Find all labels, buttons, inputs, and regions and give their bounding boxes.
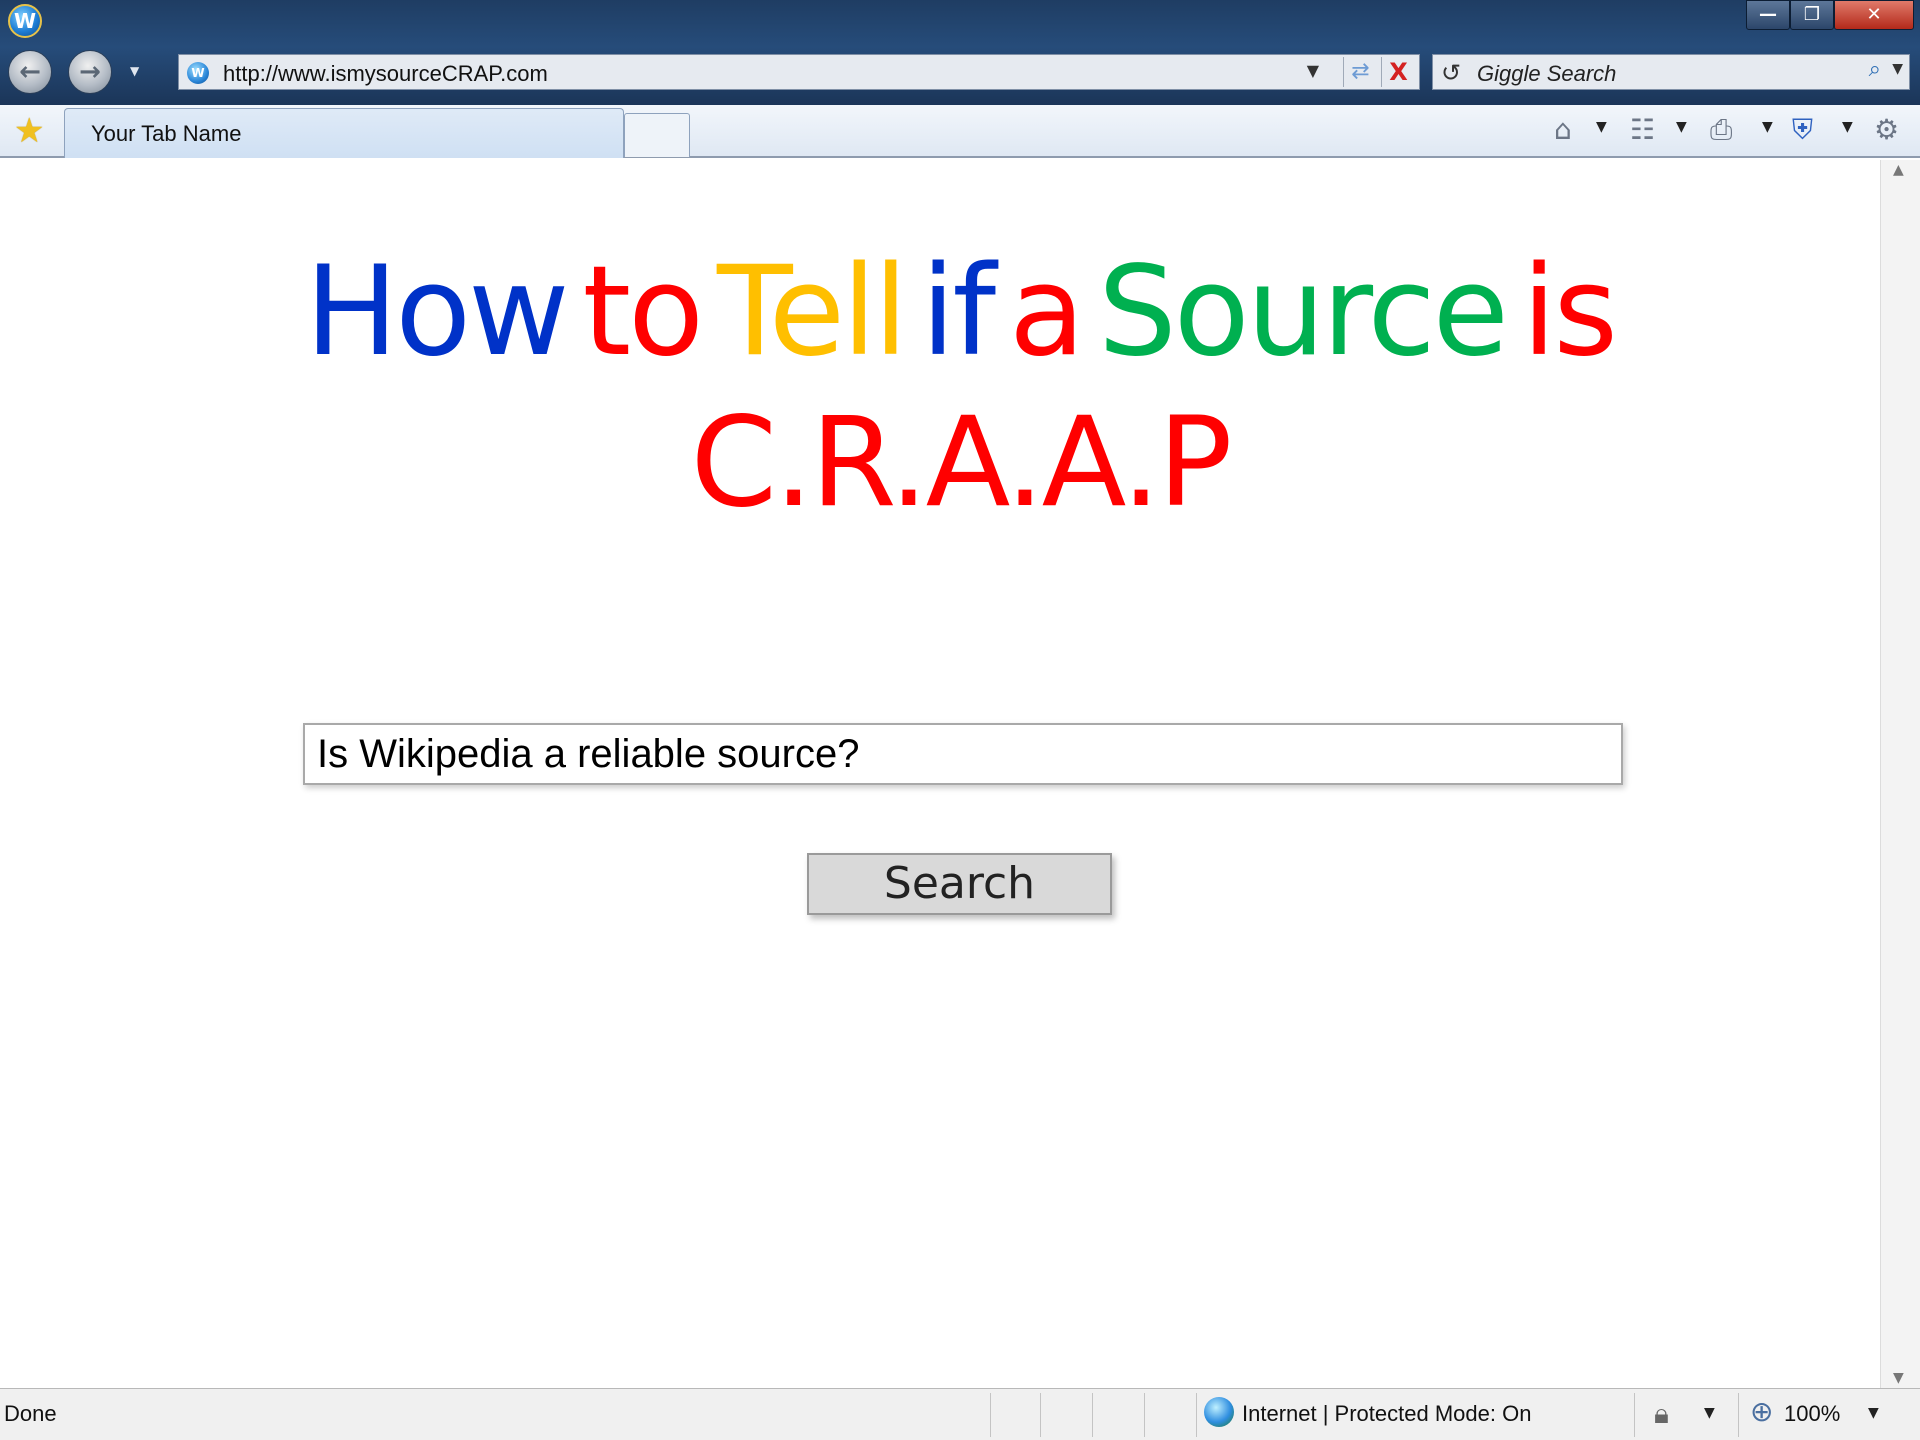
status-divider [1196, 1393, 1197, 1437]
close-button[interactable]: ✕ [1834, 0, 1914, 30]
refresh-icon[interactable]: ⇄ [1343, 57, 1377, 87]
scroll-up-icon[interactable]: ▲ [1893, 162, 1904, 178]
address-url[interactable]: http://www.ismysourceCRAP.com [223, 61, 548, 87]
scroll-down-icon[interactable]: ▼ [1893, 1370, 1904, 1386]
feeds-dropdown-icon[interactable]: ▼ [1676, 119, 1687, 135]
search-box[interactable]: ↺ Giggle Search ⌕ ▼ [1432, 54, 1910, 90]
status-divider [1738, 1393, 1739, 1437]
stop-icon[interactable]: X [1381, 57, 1415, 87]
globe-icon [1204, 1397, 1234, 1427]
headline-word: Source [1098, 240, 1509, 384]
safety-dropdown-icon[interactable]: ▼ [1842, 119, 1853, 135]
headline-word: if [920, 240, 996, 384]
headline-word: is [1521, 240, 1618, 384]
headline-word: to [582, 240, 704, 384]
status-divider [1634, 1393, 1635, 1437]
search-button[interactable]: Search [807, 853, 1112, 915]
status-divider [1040, 1393, 1041, 1437]
page-headline-acronym: C.R.A.A.P [690, 391, 1232, 535]
back-arrow-icon: ← [19, 57, 41, 87]
title-bar: W — ❐ ✕ ← → ▼ W http://www.ismysourceCRA… [0, 0, 1920, 105]
address-bar[interactable]: W http://www.ismysourceCRAP.com ▼ ⇄ X [178, 54, 1420, 90]
address-dropdown-icon[interactable]: ▼ [1307, 61, 1319, 80]
new-tab-button[interactable] [624, 113, 690, 157]
status-divider [1092, 1393, 1093, 1437]
printer-icon[interactable]: ⎙ [1710, 113, 1732, 147]
minimize-button[interactable]: — [1746, 0, 1790, 30]
security-zone-text[interactable]: Internet | Protected Mode: On [1242, 1401, 1531, 1427]
back-button[interactable]: ← [8, 50, 52, 94]
search-options-dropdown-icon[interactable]: ▼ [1892, 61, 1903, 77]
tab-label: Your Tab Name [91, 121, 242, 146]
status-divider [990, 1393, 991, 1437]
status-text: Done [4, 1401, 57, 1426]
shield-icon[interactable]: ⛨ [1792, 113, 1813, 147]
print-dropdown-icon[interactable]: ▼ [1762, 119, 1773, 135]
zoom-dropdown-icon[interactable]: ▼ [1868, 1405, 1879, 1421]
forward-arrow-icon: → [79, 57, 101, 87]
home-icon[interactable]: ⌂ [1554, 113, 1572, 146]
headline-word: How [305, 240, 570, 384]
tab-active[interactable]: Your Tab Name [64, 108, 624, 158]
lock-icon[interactable]: 🔒︎ [1654, 1397, 1669, 1431]
search-provider-icon: ↺ [1441, 59, 1462, 87]
search-go-icon[interactable]: ⌕ [1869, 57, 1881, 82]
home-dropdown-icon[interactable]: ▼ [1596, 119, 1607, 135]
zoom-icon[interactable]: ⊕ [1750, 1395, 1773, 1428]
tab-bar: ★ Your Tab Name ⌂ ▼ ☷ ▼ ⎙ ▼ ⛨ ▼ ⚙ [0, 105, 1920, 158]
search-provider-placeholder[interactable]: Giggle Search [1477, 61, 1616, 87]
status-bar: Done Internet | Protected Mode: On 🔒︎ ▼ … [0, 1388, 1920, 1440]
site-favicon-icon: W [187, 62, 209, 84]
window-controls: — ❐ ✕ [1746, 0, 1914, 30]
status-divider [1144, 1393, 1145, 1437]
search-query-input[interactable]: Is Wikipedia a reliable source? [303, 723, 1623, 785]
gear-icon[interactable]: ⚙ [1874, 113, 1899, 146]
browser-window: W — ❐ ✕ ← → ▼ W http://www.ismysourceCRA… [0, 0, 1920, 1440]
headline-word: a [1009, 240, 1085, 384]
browser-logo-icon: W [8, 4, 42, 38]
page-headline: How to Tell if a Source is [0, 238, 1920, 386]
headline-word: Tell [717, 240, 908, 384]
recent-pages-dropdown[interactable]: ▼ [130, 64, 144, 78]
restore-button[interactable]: ❐ [1790, 0, 1834, 30]
zoom-level[interactable]: 100% [1784, 1401, 1840, 1427]
lock-dropdown-icon[interactable]: ▼ [1704, 1405, 1715, 1421]
forward-button[interactable]: → [68, 50, 112, 94]
rss-icon[interactable]: ☷ [1630, 113, 1655, 146]
star-icon[interactable]: ★ [14, 111, 44, 151]
